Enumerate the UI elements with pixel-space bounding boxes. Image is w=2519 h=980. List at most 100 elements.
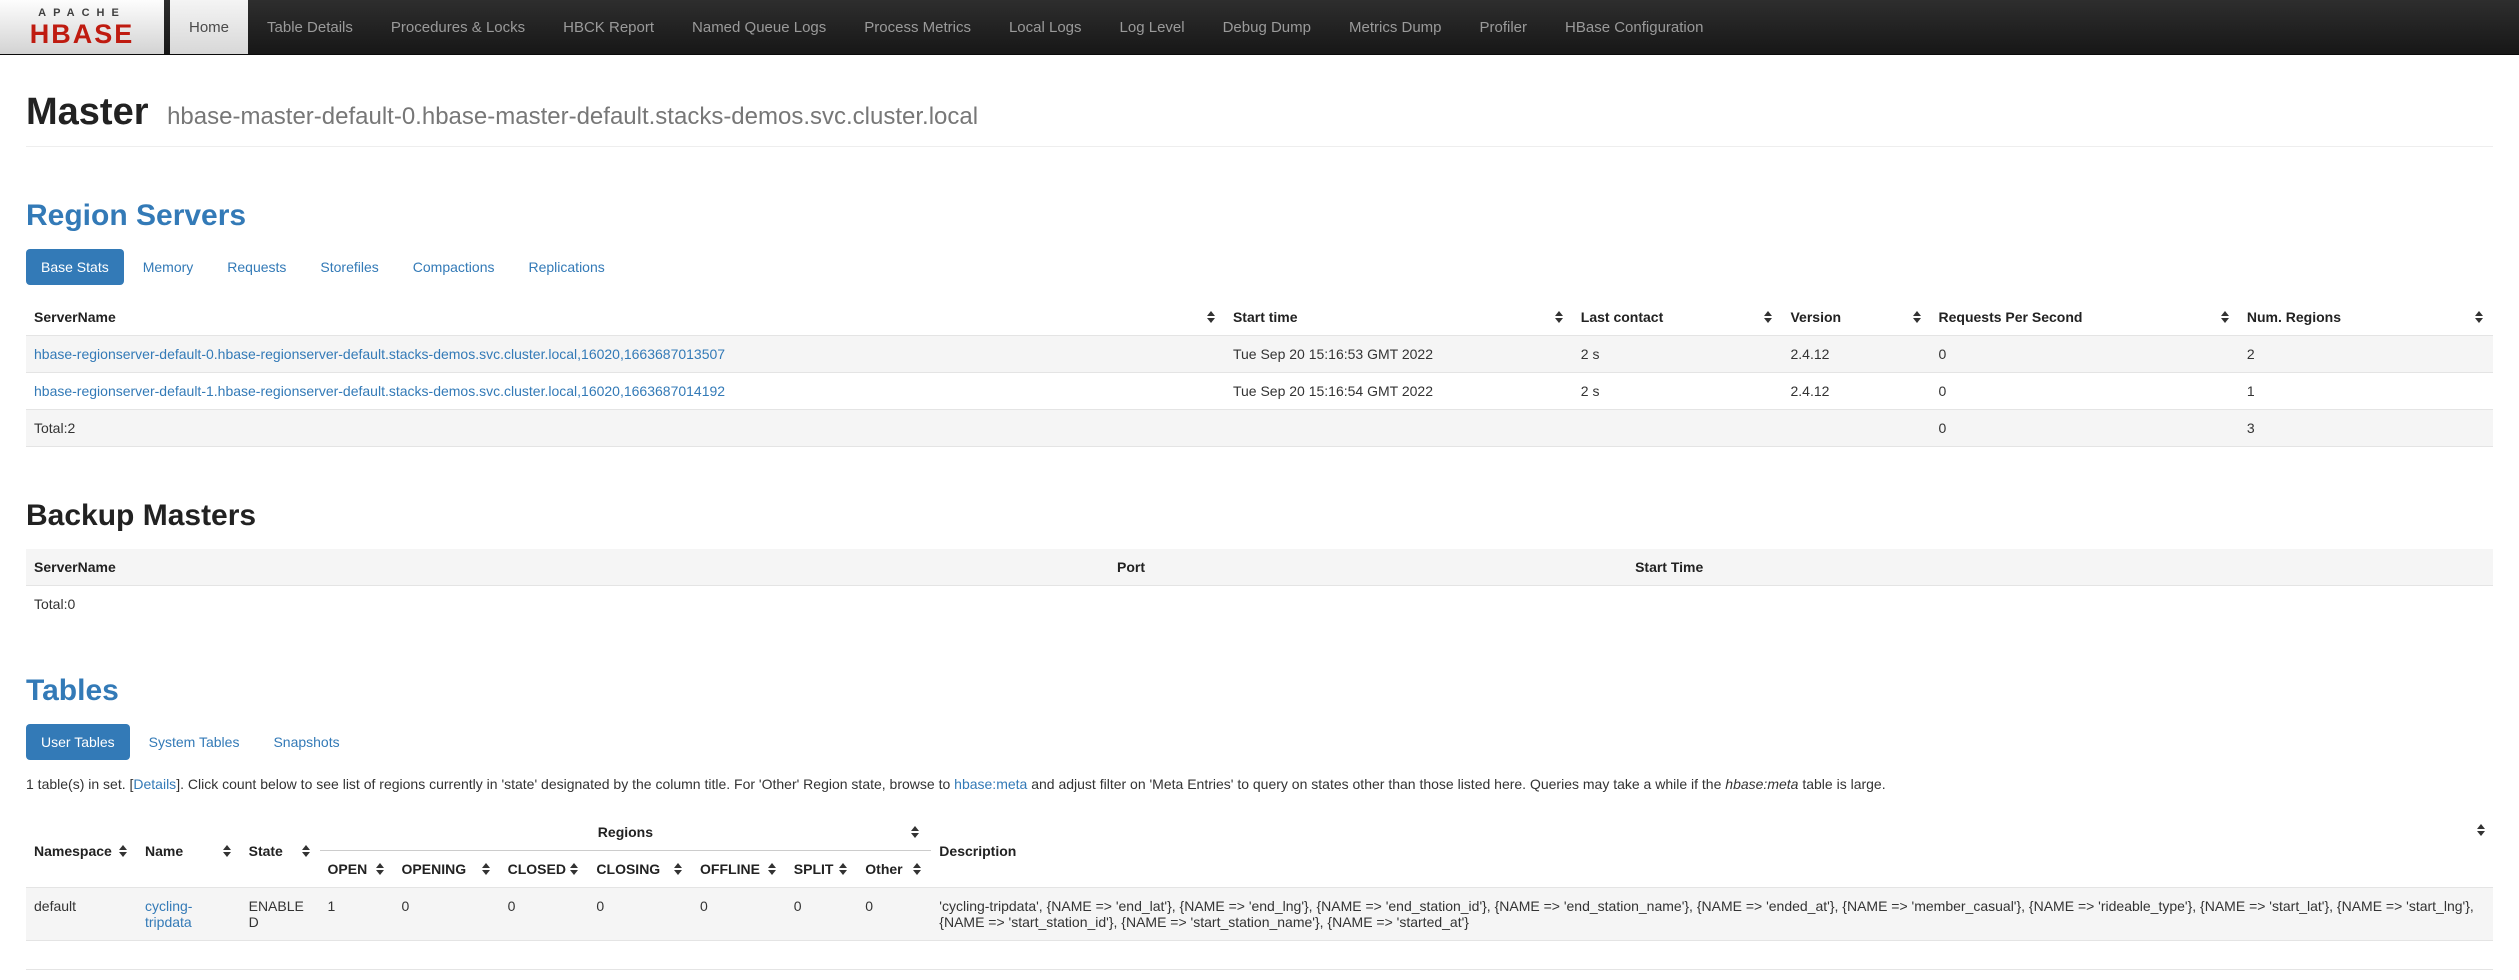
col-regions-group: Regions (320, 814, 932, 851)
sort-icon[interactable] (2475, 823, 2487, 837)
namespace-value: default (26, 888, 137, 941)
tables-tabs: User Tables System Tables Snapshots (26, 724, 2493, 760)
backup-masters-heading: Backup Masters (26, 499, 2493, 533)
nav-item-hbase-configuration[interactable]: HBase Configuration (1546, 0, 1722, 54)
sort-icon[interactable] (221, 844, 233, 858)
start-time-value: Tue Sep 20 15:16:53 GMT 2022 (1225, 336, 1573, 373)
version-value: 2.4.12 (1782, 336, 1930, 373)
open-count-link[interactable]: 1 (328, 898, 336, 914)
sort-icon[interactable] (568, 862, 580, 876)
col-closing: CLOSING (588, 851, 692, 888)
sort-icon[interactable] (837, 862, 849, 876)
col-requests-per-second: Requests Per Second (1931, 299, 2239, 336)
total-label: Total:2 (26, 410, 1225, 447)
last-contact-value: 2 s (1573, 336, 1783, 373)
nav-item-local-logs[interactable]: Local Logs (990, 0, 1101, 54)
nav-item-hbck-report[interactable]: HBCK Report (544, 0, 673, 54)
backup-total-label: Total:0 (26, 586, 1109, 623)
sort-icon[interactable] (300, 844, 312, 858)
tab-system-tables[interactable]: System Tables (134, 724, 255, 760)
master-title: Master (26, 91, 149, 133)
state-value: ENABLED (241, 888, 320, 941)
logo-hbase-text: HBASE (30, 20, 135, 48)
nav-item-named-queue-logs[interactable]: Named Queue Logs (673, 0, 845, 54)
col-offline: OFFLINE (692, 851, 786, 888)
tab-replications[interactable]: Replications (513, 249, 619, 285)
col-backup-servername: ServerName (26, 549, 1109, 586)
col-last-contact: Last contact (1573, 299, 1783, 336)
details-link[interactable]: Details (133, 776, 176, 792)
hbase-meta-link[interactable]: hbase:meta (954, 776, 1027, 792)
nav-item-log-level[interactable]: Log Level (1101, 0, 1204, 54)
tables-section: Tables User Tables System Tables Snapsho… (26, 674, 2493, 970)
table-name-link[interactable]: cycling-tripdata (145, 898, 192, 930)
navbar-menu: Home Table Details Procedures & Locks HB… (170, 0, 1722, 54)
regionserver-link[interactable]: hbase-regionserver-default-0.hbase-regio… (34, 346, 725, 362)
tab-base-stats[interactable]: Base Stats (26, 249, 124, 285)
sort-icon[interactable] (374, 862, 386, 876)
nav-item-process-metrics[interactable]: Process Metrics (845, 0, 990, 54)
sort-icon[interactable] (2473, 310, 2485, 324)
col-description: Description (931, 814, 2493, 888)
col-namespace: Namespace (26, 814, 137, 888)
top-navbar: APACHE HBASE Home Table Details Procedur… (0, 0, 2519, 55)
sort-icon[interactable] (672, 862, 684, 876)
page-header: Master hbase-master-default-0.hbase-mast… (26, 91, 2493, 147)
num-regions-value: 2 (2239, 336, 2493, 373)
start-time-value: Tue Sep 20 15:16:54 GMT 2022 (1225, 373, 1573, 410)
region-servers-total-row: Total:2 0 3 (26, 410, 2493, 447)
sort-icon[interactable] (480, 862, 492, 876)
backup-masters-header-row: ServerName Port Start Time (26, 549, 2493, 586)
col-other: Other (857, 851, 931, 888)
col-backup-port: Port (1109, 549, 1627, 586)
master-hostname: hbase-master-default-0.hbase-master-defa… (167, 103, 978, 130)
tables-note: 1 table(s) in set. [Details]. Click coun… (26, 774, 2493, 794)
region-servers-header-row: ServerName Start time Last contact Versi… (26, 299, 2493, 336)
nav-item-metrics-dump[interactable]: Metrics Dump (1330, 0, 1461, 54)
tab-snapshots[interactable]: Snapshots (258, 724, 354, 760)
sort-icon[interactable] (1553, 310, 1565, 324)
region-server-row: hbase-regionserver-default-1.hbase-regio… (26, 373, 2493, 410)
sort-icon[interactable] (911, 862, 923, 876)
backup-masters-table: ServerName Port Start Time Total:0 (26, 549, 2493, 622)
nav-item-procedures-locks[interactable]: Procedures & Locks (372, 0, 544, 54)
page-title: Master hbase-master-default-0.hbase-mast… (26, 91, 2493, 134)
nav-item-profiler[interactable]: Profiler (1461, 0, 1547, 54)
regionserver-link[interactable]: hbase-regionserver-default-1.hbase-regio… (34, 383, 725, 399)
last-contact-value: 2 s (1573, 373, 1783, 410)
col-start-time: Start time (1225, 299, 1573, 336)
region-servers-section: Region Servers Base Stats Memory Request… (26, 199, 2493, 447)
nav-item-debug-dump[interactable]: Debug Dump (1204, 0, 1330, 54)
sort-icon[interactable] (2219, 310, 2231, 324)
offline-count: 0 (692, 888, 786, 941)
sort-icon[interactable] (909, 825, 921, 839)
split-count: 0 (786, 888, 858, 941)
tab-compactions[interactable]: Compactions (398, 249, 510, 285)
nav-item-table-details[interactable]: Table Details (248, 0, 372, 54)
nav-item-home[interactable]: Home (170, 0, 248, 54)
col-split: SPLIT (786, 851, 858, 888)
region-server-row: hbase-regionserver-default-0.hbase-regio… (26, 336, 2493, 373)
tab-requests[interactable]: Requests (212, 249, 301, 285)
col-state: State (241, 814, 320, 888)
bottom-divider (26, 969, 2493, 970)
col-name: Name (137, 814, 241, 888)
closed-count: 0 (500, 888, 589, 941)
col-num-regions: Num. Regions (2239, 299, 2493, 336)
sort-icon[interactable] (1205, 310, 1217, 324)
tab-memory[interactable]: Memory (128, 249, 209, 285)
col-opening: OPENING (394, 851, 500, 888)
region-servers-heading: Region Servers (26, 199, 2493, 233)
sort-icon[interactable] (1762, 310, 1774, 324)
opening-count: 0 (394, 888, 500, 941)
hbase-logo[interactable]: APACHE HBASE (0, 0, 164, 54)
tab-user-tables[interactable]: User Tables (26, 724, 130, 760)
col-version: Version (1782, 299, 1930, 336)
tab-storefiles[interactable]: Storefiles (305, 249, 393, 285)
sort-icon[interactable] (1911, 310, 1923, 324)
user-tables-table: Namespace Name State Regions (26, 814, 2493, 941)
sort-icon[interactable] (117, 844, 129, 858)
sort-icon[interactable] (766, 862, 778, 876)
tables-heading: Tables (26, 674, 2493, 708)
col-closed: CLOSED (500, 851, 589, 888)
